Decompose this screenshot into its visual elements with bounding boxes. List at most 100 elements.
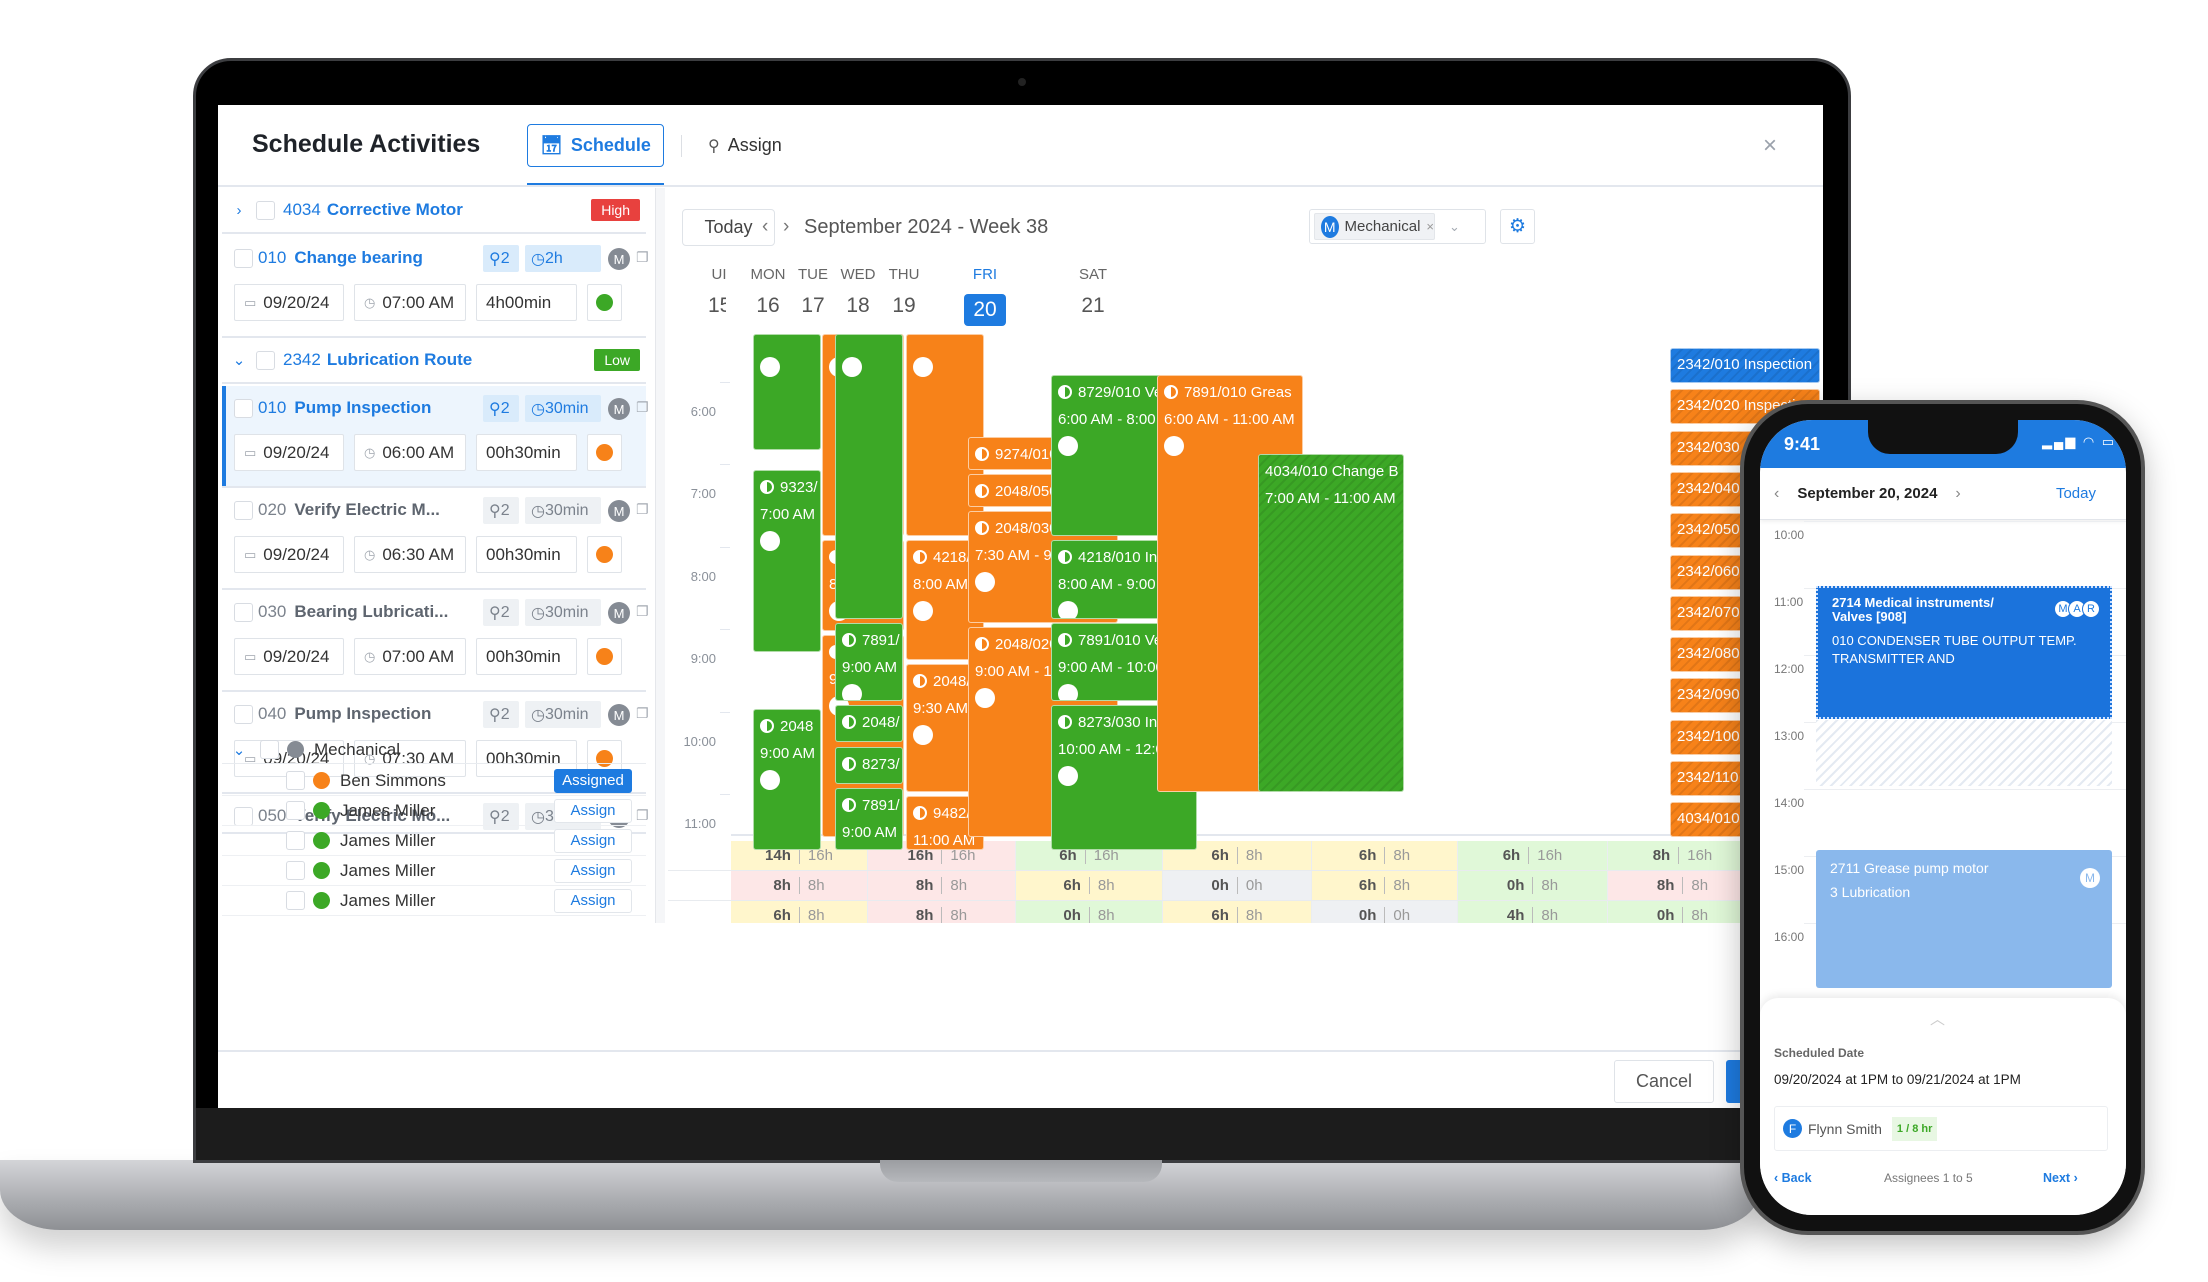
date-field[interactable]: ▭ 09/20/24 [234, 284, 344, 321]
operation-name[interactable]: Verify Electric M... [294, 500, 469, 520]
bottom-sheet: ︿ Scheduled Date 09/20/2024 at 1PM to 09… [1760, 998, 2126, 1215]
checkbox[interactable] [234, 704, 253, 724]
duration-field[interactable]: 00h30min [476, 536, 577, 573]
checkbox[interactable] [286, 891, 305, 910]
duration-field[interactable]: 4h00min [476, 284, 577, 321]
time-field[interactable]: ◷ 07:00 AM [354, 284, 466, 321]
time-field[interactable]: ◷ 06:00 AM [354, 434, 466, 471]
time-field[interactable]: ◷ 07:00 AM [354, 638, 466, 675]
calendar-event[interactable]: 2342/010 Inspection [1670, 348, 1820, 383]
operation-name[interactable]: Pump Inspection [294, 398, 469, 418]
checkbox[interactable] [260, 740, 279, 759]
next-week-icon[interactable]: › [783, 216, 789, 238]
close-icon[interactable]: × [1763, 132, 1777, 160]
prev-week-icon[interactable]: ‹ [762, 216, 768, 238]
phone-event-selected[interactable]: 2714 Medical instruments/ Valves [908] 0… [1816, 586, 2112, 719]
day-number[interactable]: 16 [743, 294, 793, 318]
time-field[interactable]: ◷ 06:30 AM [354, 536, 466, 573]
assign-button[interactable]: Assign [554, 828, 632, 853]
operation-name[interactable]: Bearing Lubricati... [294, 602, 469, 622]
calendar-event[interactable]: 2048 9:00 AM [753, 709, 821, 850]
operation-row[interactable]: 010 Pump Inspection ⚲ 2 ◷ 30min M ❐ ▭ 09/20/24 ◷ 0… [222, 386, 649, 488]
calendar-event[interactable]: 7891/9:00 AM [835, 622, 903, 702]
status-field[interactable] [587, 284, 622, 321]
assign-button[interactable]: Assign [554, 858, 632, 883]
assigned-button[interactable]: Assigned [554, 768, 632, 793]
duration-field[interactable]: 00h30min [476, 434, 577, 471]
checkbox[interactable] [256, 200, 275, 220]
checkbox[interactable] [234, 500, 253, 520]
calendar-event[interactable]: 8273/ [835, 746, 903, 784]
remove-filter-icon[interactable]: × [1426, 219, 1434, 234]
checkbox[interactable] [286, 861, 305, 880]
assignee-row[interactable]: James Miller Assign [222, 856, 646, 886]
checkbox[interactable] [234, 248, 253, 268]
next-button[interactable]: Next › [2043, 1171, 2078, 1185]
date-field[interactable]: ▭ 09/20/24 [234, 536, 344, 573]
assign-button[interactable]: Assign [554, 888, 632, 913]
day-number[interactable]: 17 [788, 294, 838, 318]
checkbox[interactable] [286, 771, 305, 790]
status-field[interactable] [587, 638, 622, 675]
assignee-card[interactable]: F Flynn Smith 1 / 8 hr [1774, 1106, 2108, 1151]
chevron-down-icon[interactable]: ⌄ [228, 741, 250, 759]
checkbox[interactable] [286, 801, 305, 820]
day-number[interactable]: 15 [708, 294, 726, 318]
checkbox[interactable] [286, 831, 305, 850]
copy-icon[interactable]: ❐ [636, 603, 649, 620]
tab-schedule[interactable]: 📅︎ Schedule [527, 124, 664, 167]
prev-day-icon[interactable]: ‹ [1774, 485, 1779, 503]
sheet-grip-icon[interactable]: ︿ [1930, 1008, 1945, 1029]
work-order-name[interactable]: Lubrication Route [327, 350, 472, 370]
day-number[interactable]: 19 [879, 294, 929, 318]
assignee-row[interactable]: James Miller Assign [222, 796, 646, 826]
user-icon: ⚲ [489, 604, 501, 622]
craft-filter-select[interactable]: M Mechanical × ⌄ [1309, 209, 1486, 244]
assignee-group-row[interactable]: ⌄ Mechanical [222, 736, 646, 764]
assignee-row[interactable]: James Miller Assign [222, 826, 646, 856]
work-order-name[interactable]: Corrective Motor [327, 200, 463, 220]
tab-assign[interactable]: ⚲ Assign [708, 135, 782, 156]
assignee-row[interactable]: Ben Simmons Assigned [222, 766, 646, 796]
checkbox[interactable] [256, 350, 275, 370]
calendar-event[interactable]: 9323/7:00 AM [753, 470, 821, 652]
day-number[interactable]: 21 [1068, 294, 1118, 318]
calendar-event[interactable]: 7891/9:00 AM [835, 787, 903, 850]
date-field[interactable]: ▭ 09/20/24 [234, 638, 344, 675]
assign-button[interactable]: Assign [554, 798, 632, 823]
today-date[interactable]: 20 [964, 294, 1006, 326]
operation-row[interactable]: 020 Verify Electric M... ⚲ 2 ◷ 30min M ❐ ▭ 09/20… [222, 488, 649, 590]
operation-row[interactable]: 010 Change bearing ⚲ 2 ◷ 2h M ❐ ▭ 09/20/24 ◷ 07:00… [222, 236, 649, 338]
phone-today-button[interactable]: Today [2056, 485, 2096, 502]
duration-field[interactable]: 00h30min [476, 638, 577, 675]
work-order-row[interactable]: › 4034 Corrective Motor High [222, 188, 646, 234]
operation-name[interactable]: Change bearing [294, 248, 469, 268]
copy-icon[interactable]: ❐ [636, 705, 649, 722]
gear-icon[interactable]: ⚙ [1500, 209, 1535, 244]
chevron-right-icon[interactable]: › [228, 202, 250, 219]
cancel-button[interactable]: Cancel [1614, 1060, 1714, 1103]
work-order-row[interactable]: ⌄ 2342 Lubrication Route Low [222, 338, 646, 384]
checkbox[interactable] [234, 602, 253, 622]
panel-resize-handle[interactable] [655, 188, 665, 923]
calendar-event[interactable] [835, 334, 903, 619]
phone-event[interactable]: 2711 Grease pump motor 3 Lubrication M [1816, 850, 2112, 988]
status-field[interactable] [587, 434, 622, 471]
date-field[interactable]: ▭ 09/20/24 [234, 434, 344, 471]
day-number[interactable]: 18 [833, 294, 883, 318]
calendar-event[interactable] [753, 334, 821, 450]
copy-icon[interactable]: ❐ [636, 249, 649, 266]
copy-icon[interactable]: ❐ [636, 501, 649, 518]
checkbox[interactable] [234, 398, 253, 418]
calendar-event[interactable]: 4034/010 Change B 7:00 AM - 11:00 AM [1258, 453, 1404, 792]
chevron-down-icon[interactable]: ⌄ [228, 351, 250, 369]
status-field[interactable] [587, 536, 622, 573]
next-day-icon[interactable]: › [1955, 485, 1960, 503]
back-button[interactable]: ‹ Back [1774, 1171, 1812, 1185]
copy-icon[interactable]: ❐ [636, 399, 649, 416]
calendar-event[interactable]: 2048/ [835, 705, 903, 743]
chevron-down-icon[interactable]: ⌄ [1449, 219, 1460, 235]
assignee-row[interactable]: James Miller Assign [222, 886, 646, 916]
operation-name[interactable]: Pump Inspection [294, 704, 469, 724]
operation-row[interactable]: 030 Bearing Lubricati... ⚲ 2 ◷ 30min M ❐ ▭ 09/20… [222, 590, 649, 692]
